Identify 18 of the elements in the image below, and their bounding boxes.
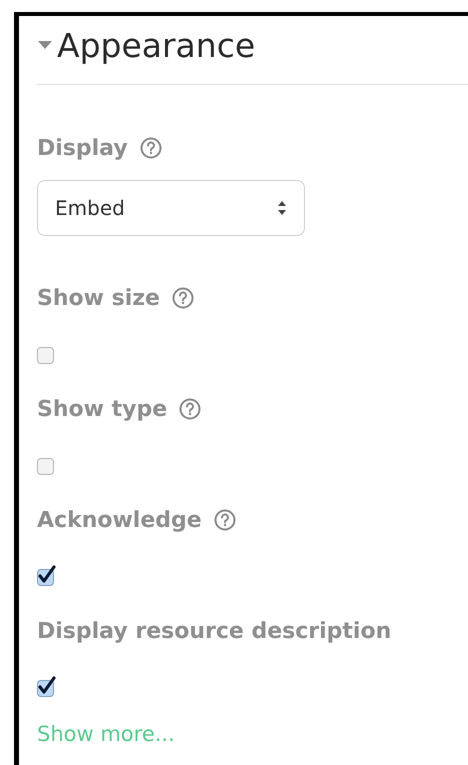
help-icon[interactable]: [179, 398, 202, 420]
checkmark-icon: [37, 676, 57, 696]
select-value: Embed: [55, 195, 125, 222]
checkbox[interactable]: [37, 458, 54, 475]
help-icon[interactable]: [214, 509, 236, 531]
help-icon[interactable]: [172, 287, 194, 309]
caret-icon[interactable]: [37, 40, 53, 50]
checkmark-icon: [37, 565, 57, 585]
sort-arrows-icon: [277, 200, 287, 216]
field-label: Show type: [37, 396, 168, 424]
field-label: Show size: [37, 284, 160, 312]
help-icon[interactable]: [140, 137, 162, 159]
select-field[interactable]: Embed: [37, 180, 305, 236]
section-title[interactable]: Appearance: [57, 28, 256, 62]
field-label: Acknowledge: [37, 506, 202, 534]
field-label: Display: [37, 134, 128, 162]
checkbox[interactable]: [37, 347, 54, 364]
field-label: Display resource description: [37, 618, 392, 646]
